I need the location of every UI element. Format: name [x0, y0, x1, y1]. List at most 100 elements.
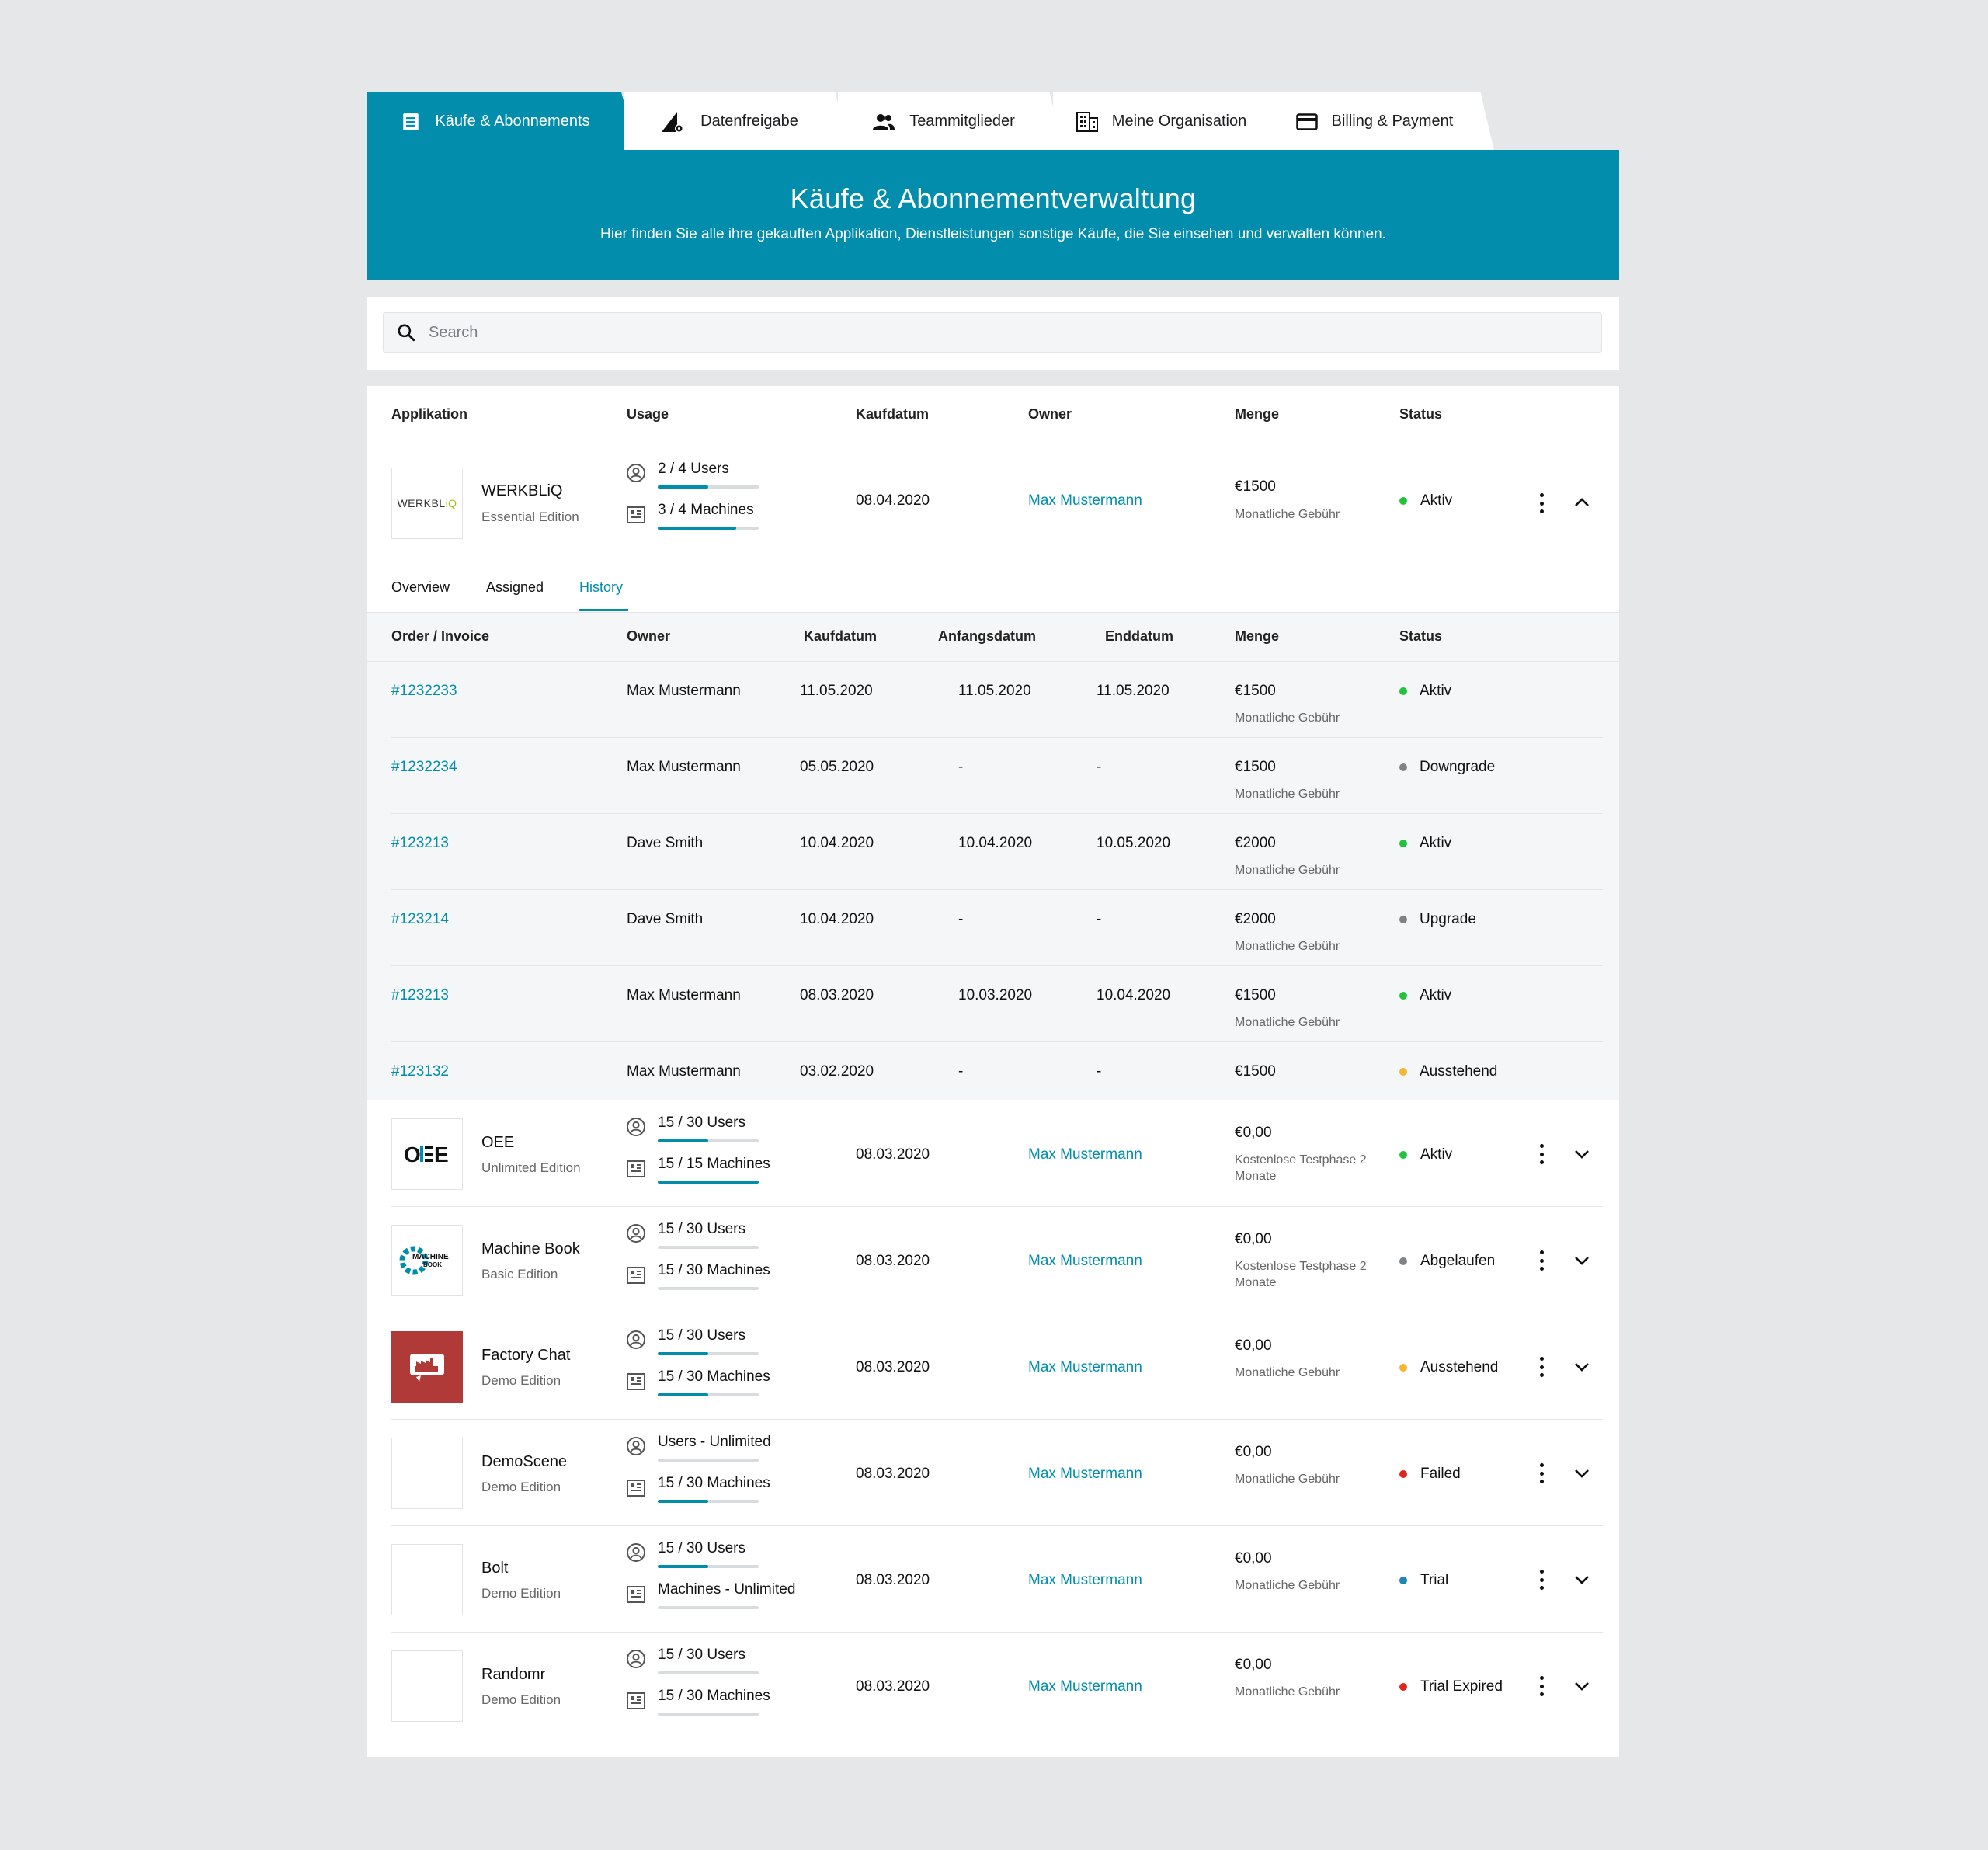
- invoice-link[interactable]: #1232233: [391, 683, 457, 700]
- purchase-date: 08.03.2020: [856, 1466, 930, 1482]
- tab-kaeufe-abonnements[interactable]: Käufe & Abonnements: [367, 92, 638, 151]
- app-edition: Basic Edition: [481, 1267, 558, 1281]
- chevron-down-icon[interactable]: [1574, 1256, 1590, 1267]
- history-owner: Max Mustermann: [627, 759, 741, 775]
- invoice-link[interactable]: #123213: [391, 987, 449, 1004]
- amount: €0,00: [1235, 1125, 1272, 1141]
- owner-link[interactable]: Max Mustermann: [1028, 492, 1142, 509]
- tab-billing-payment[interactable]: Billing & Payment: [1269, 92, 1494, 151]
- subscription-detail-panel: Overview Assigned History Order / Invoic…: [367, 564, 1619, 1100]
- history-amount: €1500: [1235, 759, 1276, 775]
- history-start-date: 10.03.2020: [958, 987, 1033, 1003]
- tab-label: Billing & Payment: [1331, 113, 1454, 130]
- table-row[interactable]: DemoScene Demo Edition Users - Unlimited 15…: [367, 1420, 1619, 1526]
- status-label: Aktiv: [1420, 1146, 1453, 1163]
- owner-link[interactable]: Max Mustermann: [1028, 1572, 1142, 1589]
- amount-note: Kostenlose Testphase 2 Monate: [1235, 1153, 1367, 1183]
- more-options-icon[interactable]: [1538, 1570, 1545, 1590]
- subscriptions-table: Applikation Usage Kaufdatum Owner Menge …: [367, 386, 1619, 1757]
- tab-label: Teammitglieder: [909, 113, 1015, 130]
- empty-logo: [391, 1650, 463, 1722]
- owner-link[interactable]: Max Mustermann: [1028, 1146, 1142, 1163]
- invoice-link[interactable]: #123213: [391, 835, 449, 852]
- users-usage: 15 / 30 Users: [658, 1327, 746, 1344]
- status-dot: [1399, 1364, 1407, 1372]
- logo-text: WERKBLiQ: [397, 497, 457, 509]
- invoice-link[interactable]: #123214: [391, 911, 449, 928]
- chevron-down-icon[interactable]: [1574, 1469, 1590, 1480]
- more-options-icon[interactable]: [1538, 1357, 1545, 1377]
- owner-link[interactable]: Max Mustermann: [1028, 1466, 1142, 1483]
- user-circle-icon: [627, 1118, 645, 1136]
- machines-progress-bar: [658, 1287, 759, 1290]
- search-icon: [398, 324, 415, 342]
- tab-assigned[interactable]: Assigned: [486, 579, 544, 596]
- tab-overview[interactable]: Overview: [391, 579, 450, 596]
- history-amount: €1500: [1235, 987, 1276, 1003]
- chevron-up-icon[interactable]: [1574, 496, 1590, 507]
- more-options-icon[interactable]: [1538, 1463, 1545, 1483]
- machines-progress-bar: [658, 527, 759, 530]
- empty-logo: [391, 1544, 463, 1615]
- history-row: #123213 Dave Smith 10.04.2020 10.04.2020 10.…: [367, 814, 1619, 890]
- tab-label: Meine Organisation: [1111, 113, 1247, 130]
- status-dot: [1399, 1470, 1407, 1478]
- chevron-down-icon[interactable]: [1574, 1149, 1590, 1160]
- chevron-down-icon[interactable]: [1574, 1681, 1590, 1692]
- invoice-link[interactable]: #1232234: [391, 759, 457, 776]
- machines-progress-bar: [658, 1713, 759, 1716]
- app-edition: Demo Edition: [481, 1586, 561, 1601]
- status-badge: Ausstehend: [1399, 1359, 1498, 1376]
- more-options-icon[interactable]: [1538, 493, 1545, 513]
- machine-icon: [627, 1586, 645, 1603]
- status-dot: [1399, 916, 1407, 923]
- column-header-applikation: Applikation: [391, 406, 467, 422]
- more-options-icon[interactable]: [1538, 1676, 1545, 1696]
- machines-usage: 15 / 30 Machines: [658, 1262, 770, 1278]
- history-amount: €1500: [1235, 1063, 1276, 1080]
- table-row[interactable]: O E OEE Unlimited Edition 15 / 30 Users 15 / …: [367, 1101, 1619, 1207]
- table-row[interactable]: Bolt Demo Edition 15 / 30 Users Machines - …: [367, 1526, 1619, 1633]
- owner-link[interactable]: Max Mustermann: [1028, 1253, 1142, 1270]
- more-options-icon[interactable]: [1538, 1250, 1545, 1271]
- tab-history[interactable]: History: [579, 579, 623, 596]
- machine-icon: [627, 506, 645, 523]
- machine-icon: [627, 1267, 645, 1284]
- purchase-date: 08.03.2020: [856, 1253, 930, 1269]
- tab-datenfreigabe[interactable]: Datenfreigabe: [624, 92, 849, 151]
- history-start-date: -: [958, 759, 964, 775]
- column-header-owner: Owner: [1028, 406, 1072, 422]
- column-header-owner: Owner: [627, 628, 671, 644]
- table-row[interactable]: WERKBLiQ WERKBLiQ Essential Edition 2 / …: [367, 443, 1619, 564]
- history-row: #123214 Dave Smith 10.04.2020 - - €2000 Monatl…: [367, 890, 1619, 966]
- credit-card-icon: [1295, 113, 1318, 130]
- tab-teammitglieder[interactable]: Teammitglieder: [838, 92, 1063, 151]
- machine-icon: [627, 1480, 645, 1497]
- table-row[interactable]: Randomr Demo Edition 15 / 30 Users 15 / 30 …: [367, 1633, 1619, 1739]
- more-options-icon[interactable]: [1538, 1144, 1545, 1164]
- owner-link[interactable]: Max Mustermann: [1028, 1359, 1142, 1376]
- app-edition: Demo Edition: [481, 1373, 561, 1388]
- history-amount-note: Monatliche Gebühr: [1235, 788, 1340, 801]
- chevron-down-icon[interactable]: [1574, 1575, 1590, 1586]
- chevron-down-icon[interactable]: [1574, 1362, 1590, 1373]
- status-badge: Aktiv: [1399, 492, 1452, 509]
- search-box: [383, 312, 1602, 353]
- history-owner: Max Mustermann: [627, 987, 741, 1003]
- search-input[interactable]: [427, 322, 1517, 343]
- status-label: Abgelaufen: [1420, 1253, 1496, 1269]
- status-label: Upgrade: [1420, 911, 1476, 927]
- table-row[interactable]: MACHINE BOOK Machine Book Basic Edition 15 /…: [367, 1207, 1619, 1313]
- app-edition: Unlimited Edition: [481, 1160, 581, 1175]
- column-header-status: Status: [1399, 628, 1443, 644]
- column-header-usage: Usage: [627, 406, 669, 422]
- column-header-status: Status: [1399, 406, 1443, 422]
- owner-link[interactable]: Max Mustermann: [1028, 1678, 1142, 1695]
- history-amount: €1500: [1235, 683, 1276, 699]
- machine-book-logo: MACHINE BOOK: [391, 1225, 463, 1296]
- invoice-link[interactable]: #123132: [391, 1063, 449, 1080]
- status-dot: [1399, 1151, 1407, 1159]
- amount: €0,00: [1235, 1550, 1272, 1567]
- table-row[interactable]: Factory Chat Demo Edition 15 / 30 Users 15 …: [367, 1313, 1619, 1420]
- tab-meine-organisation[interactable]: Meine Organisation: [1053, 92, 1284, 151]
